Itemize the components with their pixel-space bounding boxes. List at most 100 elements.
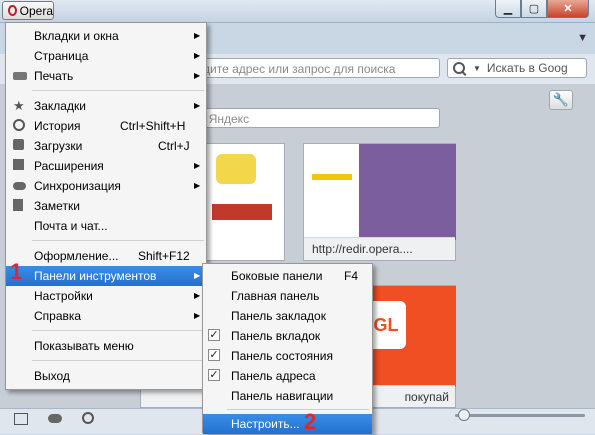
step-annotation-2: 2 [304, 409, 317, 434]
cloud-icon [13, 182, 26, 190]
menu-item-shortcut: Ctrl+J [158, 139, 190, 153]
search-icon [453, 62, 465, 74]
menu-item-help[interactable]: Справка ▶ [6, 306, 206, 326]
speed-dial-tile[interactable] [205, 143, 285, 261]
download-icon [13, 139, 24, 150]
menu-item-label: Панель состояния [231, 349, 333, 363]
tab-list-chevron-icon[interactable]: ▼ [577, 32, 588, 44]
menu-separator [32, 330, 204, 331]
menu-item-label: Панель навигации [231, 389, 334, 403]
checkbox-checked-icon[interactable]: ✓ [208, 329, 220, 341]
submenu-arrow-icon: ▶ [194, 71, 201, 80]
menu-item-notes[interactable]: Заметки [6, 196, 206, 216]
toolbars-submenu: Боковые панели F4 Главная панель Панель … [202, 263, 373, 434]
speed-dial-tile[interactable]: http://redir.opera.... [303, 143, 456, 261]
menu-item-settings[interactable]: Настройки ▶ [6, 286, 206, 306]
maximize-button[interactable]: ▢ [521, 0, 547, 18]
tile-thumbnail-banner [212, 204, 272, 220]
menu-item-shortcut: Ctrl+Shift+H [120, 119, 186, 133]
tile-thumbnail-bar [312, 174, 352, 180]
menu-item-mail-chat[interactable]: Почта и чат... [6, 216, 206, 236]
panel-toggle-icon[interactable] [14, 413, 28, 425]
address-placeholder: дите адрес или запрос для поиска [203, 62, 396, 76]
checkbox-checked-icon[interactable]: ✓ [208, 369, 220, 381]
menu-separator [32, 90, 204, 91]
menu-item-sync[interactable]: Синхронизация ▶ [6, 176, 206, 196]
menu-item-label: Панель закладок [231, 309, 326, 323]
address-input[interactable]: дите адрес или запрос для поиска [190, 58, 440, 78]
minimize-button[interactable]: ▁ [495, 0, 521, 18]
submenu-item-status-bar[interactable]: ✓ Панель состояния [203, 346, 372, 366]
submenu-arrow-icon: ▶ [194, 31, 201, 40]
menu-item-page[interactable]: Страница ▶ [6, 46, 206, 66]
speedometer-icon[interactable] [82, 412, 94, 424]
menu-item-label: Боковые панели [231, 269, 323, 283]
checkbox-checked-icon[interactable]: ✓ [208, 349, 220, 361]
submenu-arrow-icon: ▶ [194, 161, 201, 170]
menu-item-label: Вкладки и окна [34, 29, 119, 43]
menu-separator [227, 409, 369, 410]
tile-caption: http://redir.opera.... [304, 237, 455, 260]
menu-item-label: Закладки [34, 99, 86, 113]
menu-item-label: Панель адреса [231, 369, 316, 383]
menu-item-label: Главная панель [231, 289, 320, 303]
close-button[interactable]: ✕ [547, 0, 589, 18]
menu-item-exit[interactable]: Выход [6, 366, 206, 386]
search-engine-dropdown-icon[interactable]: ▼ [473, 64, 481, 73]
submenu-arrow-icon: ▶ [194, 291, 201, 300]
wrench-icon[interactable]: 🔧 [549, 90, 573, 110]
submenu-item-main-panel[interactable]: Главная панель [203, 286, 372, 306]
menu-item-label: Показывать меню [34, 339, 134, 353]
submenu-item-navigation-bar[interactable]: Панель навигации [203, 386, 372, 406]
submenu-item-address-bar[interactable]: ✓ Панель адреса [203, 366, 372, 386]
clock-icon [13, 119, 25, 131]
menu-item-label: Выход [34, 369, 70, 383]
submenu-arrow-icon: ▶ [194, 181, 201, 190]
window-controls: ▁ ▢ ✕ [495, 0, 589, 18]
menu-item-extensions[interactable]: Расширения ▶ [6, 156, 206, 176]
menu-item-history[interactable]: История Ctrl+Shift+H [6, 116, 206, 136]
menu-item-label: Печать [34, 69, 74, 83]
menu-separator [32, 240, 204, 241]
menu-item-label: Настройки [34, 289, 93, 303]
menu-item-label: Заметки [34, 199, 80, 213]
menu-item-label: Почта и чат... [34, 219, 108, 233]
opera-menu-label: Opera [19, 3, 53, 18]
menu-item-label: История [34, 119, 81, 133]
tile-thumbnail [216, 154, 256, 184]
submenu-item-tab-bar[interactable]: ✓ Панель вкладок [203, 326, 372, 346]
submenu-item-side-panels[interactable]: Боковые панели F4 [203, 266, 372, 286]
title-bar: Opera ▁ ▢ ✕ [0, 0, 595, 23]
menu-item-bookmarks[interactable]: ★ Закладки ▶ [6, 96, 206, 116]
opera-menu-button[interactable]: Opera [2, 1, 54, 20]
menu-item-label: Панель вкладок [231, 329, 321, 343]
menu-item-label: Страница [34, 49, 89, 63]
puzzle-icon [13, 159, 24, 170]
cloud-icon[interactable] [48, 414, 62, 423]
tile-thumbnail [359, 144, 456, 240]
zoom-slider-thumb[interactable] [458, 409, 470, 421]
submenu-item-customize[interactable]: Настроить... [203, 414, 372, 434]
submenu-item-bookmarks-bar[interactable]: Панель закладок [203, 306, 372, 326]
yandex-search-input[interactable]: в Яндекс [190, 108, 440, 128]
menu-item-label: Панели инструментов [34, 269, 157, 283]
menu-item-show-menu[interactable]: Показывать меню [6, 336, 206, 356]
menu-item-print[interactable]: Печать ▶ [6, 66, 206, 86]
search-input[interactable]: ▼ Искать в Goog [447, 58, 587, 78]
search-placeholder: Искать в Goog [486, 61, 568, 75]
menu-item-toolbars[interactable]: Панели инструментов ▶ [6, 266, 206, 286]
zoom-slider[interactable] [455, 409, 585, 421]
menu-item-appearance[interactable]: Оформление... Shift+F12 [6, 246, 206, 266]
notes-icon [13, 199, 23, 211]
opera-main-menu: Вкладки и окна ▶ Страница ▶ Печать ▶ ★ З… [5, 22, 207, 390]
menu-item-label: Настроить... [231, 417, 300, 431]
menu-item-label: Синхронизация [34, 179, 121, 193]
menu-item-downloads[interactable]: Загрузки Ctrl+J [6, 136, 206, 156]
menu-item-shortcut: F4 [344, 269, 359, 283]
submenu-arrow-icon: ▶ [194, 271, 201, 280]
menu-item-label: Справка [34, 309, 82, 323]
opera-logo-icon [8, 5, 17, 16]
menu-item-label: Расширения [34, 159, 104, 173]
submenu-arrow-icon: ▶ [194, 51, 201, 60]
menu-item-tabs-windows[interactable]: Вкладки и окна ▶ [6, 26, 206, 46]
